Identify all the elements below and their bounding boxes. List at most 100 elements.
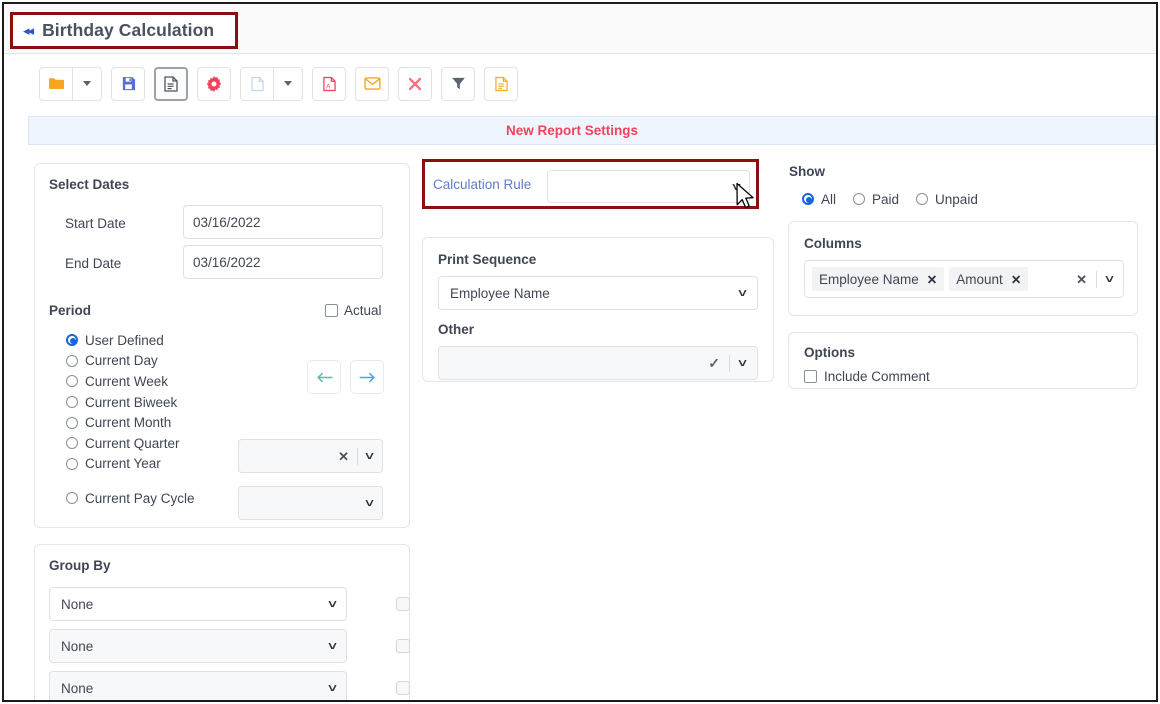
chevron-down-icon[interactable]: ˅ [1105,273,1114,285]
x-icon [408,77,422,90]
quarter-year-select[interactable]: ✕ ˅ [238,439,383,473]
end-date-label: End Date [65,256,122,271]
settings-button[interactable] [197,66,231,101]
save-button[interactable] [111,66,145,101]
column-chip[interactable]: Employee Name ✕ [812,267,945,291]
filter-button[interactable] [441,66,475,101]
other-select[interactable]: ✓ ˅ [438,346,758,380]
chevron-down-icon[interactable]: ˅ [328,640,337,652]
group-by-value-2: None [61,638,94,654]
export-pdf-button[interactable]: A [312,66,346,101]
clear-all-icon[interactable]: ✕ [1076,273,1087,286]
columns-title: Columns [804,236,862,251]
report-log-button[interactable] [484,66,518,101]
start-date-label: Start Date [65,216,126,231]
chevron-down-icon[interactable]: ˅ [328,682,337,694]
envelope-icon [363,77,381,90]
next-period-button[interactable] [350,360,384,394]
period-option-current-month[interactable]: Current Month [66,412,195,433]
open-folder-button[interactable] [39,66,73,101]
pay-cycle-select[interactable]: ˅ [238,486,383,520]
show-option-unpaid[interactable]: Unpaid [916,189,978,210]
print-sequence-select[interactable]: Employee Name ˅ [438,276,758,310]
period-option-current-quarter[interactable]: Current Quarter [66,433,195,454]
period-option-user-defined[interactable]: User Defined [66,330,195,351]
show-option-all[interactable]: All [802,189,836,210]
include-comment-label: Include Comment [824,369,930,384]
checkmark-icon[interactable]: ✓ [708,356,720,370]
divider [1095,270,1097,288]
show-option-paid[interactable]: Paid [853,189,899,210]
options-title: Options [804,345,855,360]
period-option-label: Current Pay Cycle [85,490,195,506]
radio-icon[interactable] [66,437,78,450]
group-by-select-2[interactable]: None ˅ [49,629,347,663]
settings-content: Select Dates Start Date End Date Period … [4,149,1156,700]
radio-icon[interactable] [66,334,78,347]
period-option-label: Current Quarter [85,435,180,451]
options-panel: Options Include Comment [788,332,1138,389]
period-option-current-pay-cycle[interactable]: Current Pay Cycle [66,488,195,509]
export-file-button[interactable] [240,66,274,101]
period-option-current-day[interactable]: Current Day [66,351,195,372]
radio-icon[interactable] [916,193,929,206]
floppy-disk-icon [122,76,135,91]
show-option-label: All [821,191,837,207]
period-option-label: Current Biweek [85,394,178,410]
radio-icon[interactable] [66,492,78,505]
export-dropdown-button[interactable] [274,66,303,101]
radio-icon[interactable] [66,375,78,388]
banner-label: New Report Settings [505,123,638,138]
columns-multiselect[interactable]: Employee Name ✕ Amount ✕ ✕ ˅ [804,260,1124,298]
radio-icon[interactable] [66,396,78,409]
period-label: Period [49,303,92,318]
group-by-title: Group By [49,558,111,573]
new-report-button[interactable] [154,66,188,101]
columns-controls: ✕ ˅ [1076,270,1114,288]
email-button[interactable] [355,66,389,101]
include-comment-row[interactable]: Include Comment [804,369,930,384]
include-comment-checkbox[interactable] [804,370,817,383]
chevron-down-icon[interactable]: ˅ [738,287,747,299]
actual-checkbox-row[interactable]: Actual [325,303,382,318]
collapse-panel-icon[interactable]: ◂◂ [23,24,34,37]
group-by-checkbox-2[interactable] [396,639,410,653]
radio-icon[interactable] [66,354,78,367]
actual-checkbox[interactable] [325,304,338,317]
radio-icon[interactable] [66,416,78,429]
print-sequence-title: Print Sequence [438,252,537,267]
end-date-input[interactable] [183,245,383,279]
group-by-select-3[interactable]: None ˅ [49,671,347,700]
group-by-value-1: None [61,596,94,612]
title-bar: ◂◂ Birthday Calculation [4,4,1156,54]
group-by-select-1[interactable]: None ˅ [49,587,347,621]
clear-icon[interactable]: ✕ [338,450,349,463]
radio-icon[interactable] [853,193,866,206]
open-folder-group [39,66,102,101]
toolbar: A [4,55,1156,112]
period-option-current-week[interactable]: Current Week [66,371,195,392]
radio-icon[interactable] [802,193,814,206]
remove-chip-icon[interactable]: ✕ [927,272,937,287]
remove-chip-icon[interactable]: ✕ [1011,272,1021,287]
group-by-checkbox-1[interactable] [396,597,410,611]
group-by-value-3: None [61,680,94,696]
open-folder-dropdown-button[interactable] [73,66,102,101]
calculation-rule-select[interactable]: ˅ [547,170,750,203]
period-option-current-biweek[interactable]: Current Biweek [66,392,195,413]
start-date-input[interactable] [183,205,383,239]
caret-down-icon [83,81,91,86]
chevron-down-icon[interactable]: ˅ [328,598,337,610]
group-by-checkbox-3[interactable] [396,681,410,695]
chevron-down-icon[interactable]: ˅ [365,450,374,462]
actual-label: Actual [344,303,382,318]
radio-icon[interactable] [66,457,78,470]
delete-button[interactable] [398,66,432,101]
period-option-current-year[interactable]: Current Year [66,454,195,475]
document-lines-icon [494,76,508,91]
previous-period-button[interactable] [307,360,341,394]
column-chip[interactable]: Amount ✕ [949,267,1029,291]
chevron-down-icon[interactable]: ˅ [738,357,747,369]
chevron-down-icon[interactable]: ˅ [732,181,741,193]
chevron-down-icon[interactable]: ˅ [365,497,374,509]
